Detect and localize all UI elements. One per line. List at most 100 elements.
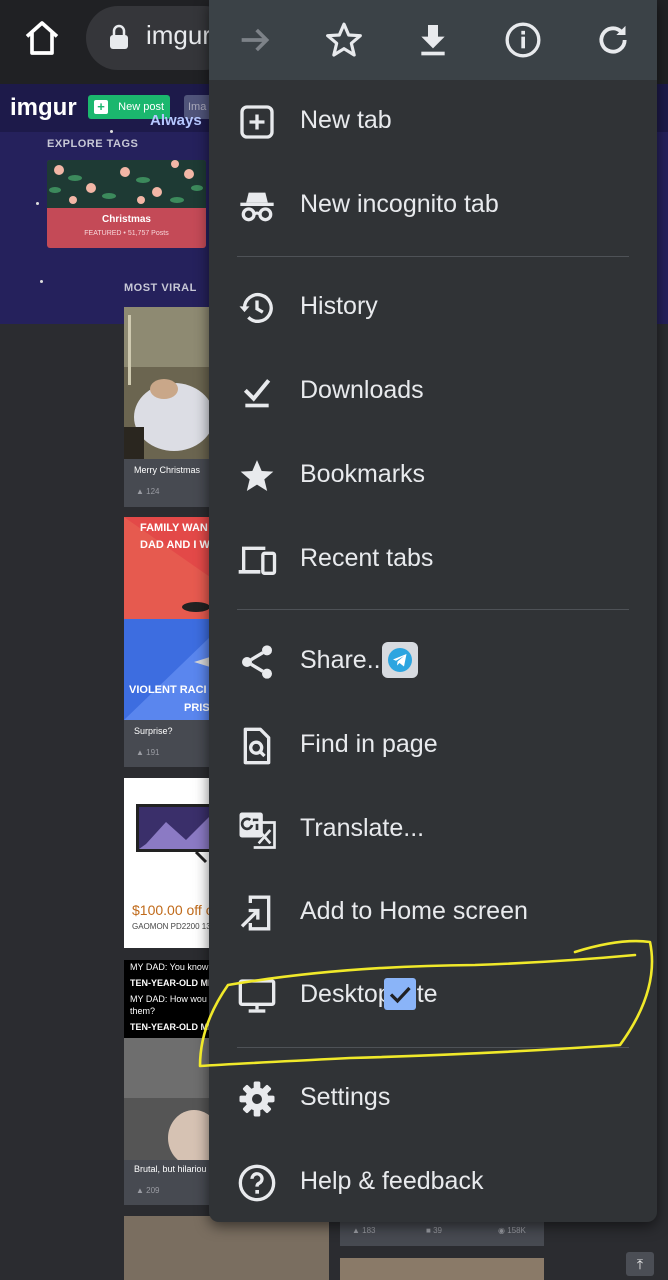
menu-item-new-incognito-tab[interactable]: New incognito tab [209, 164, 657, 248]
overflow-menu: New tab New incognito tab History Downlo… [209, 0, 657, 1222]
meme-text: PRIS [184, 702, 210, 714]
scroll-to-top-button[interactable]: ⤒ [626, 1252, 654, 1276]
card-votes: ▲ 191 [136, 748, 160, 757]
tag-image [47, 160, 206, 208]
views-stat: ◉ 158K [498, 1226, 526, 1235]
info-icon[interactable] [503, 20, 543, 60]
menu-item-label: Add to Home screen [300, 897, 528, 925]
menu-item-label: Bookmarks [300, 460, 426, 488]
lock-icon [110, 24, 128, 49]
card-title: Merry Christmas [134, 465, 201, 475]
meme-text: VIOLENT RACI [129, 684, 207, 696]
bookmarks-icon [240, 460, 274, 491]
menu-item-add-to-home[interactable]: Add to Home screen [209, 871, 657, 955]
card-title: Surprise? [134, 726, 173, 736]
history-icon [239, 292, 273, 323]
post-image [124, 1038, 210, 1160]
menu-divider [237, 256, 629, 257]
menu-item-label: Translate... [300, 814, 425, 842]
menu-item-label: New incognito tab [300, 190, 499, 218]
menu-item-label: Recent tabs [300, 544, 434, 572]
reload-icon[interactable] [593, 20, 633, 60]
vote-count: 124 [146, 487, 160, 496]
menu-item-downloads[interactable]: Downloads [209, 350, 657, 434]
new-tab-icon [240, 105, 274, 139]
menu-item-help-feedback[interactable]: Help & feedback [209, 1141, 657, 1222]
meme-line: MY DAD: How wou [130, 994, 207, 1004]
feed-card[interactable] [340, 1258, 544, 1280]
share-icon [242, 645, 272, 679]
menu-item-history[interactable]: History [209, 266, 657, 350]
menu-item-recent-tabs[interactable]: Recent tabs [209, 518, 657, 602]
menu-item-settings[interactable]: Settings [209, 1057, 657, 1141]
menu-divider [237, 609, 629, 610]
imgur-logo[interactable]: imgur [10, 94, 77, 122]
find-in-page-icon [243, 727, 271, 765]
menu-item-label: Find in page [300, 730, 438, 758]
views-count: 158K [507, 1226, 526, 1235]
incognito-icon [240, 192, 274, 222]
menu-item-bookmarks[interactable]: Bookmarks [209, 434, 657, 518]
star-icon[interactable] [324, 20, 364, 60]
tag-name: Christmas [102, 214, 151, 225]
ad-title: GAOMON PD2200 13 [132, 922, 210, 931]
feed-card[interactable]: Merry Christmas ▲ 124 [124, 307, 210, 507]
menu-item-label: Share... [300, 646, 388, 674]
ad-card[interactable]: $100.00 off c GAOMON PD2200 13 [124, 778, 210, 948]
menu-item-desktop-site[interactable]: Desktop site [209, 954, 657, 1038]
menu-item-share[interactable]: Share... [209, 620, 657, 704]
plus-icon: + [94, 100, 108, 114]
tag-meta: FEATURED • 51,757 Posts [84, 230, 169, 237]
feed-card[interactable] [124, 1216, 329, 1280]
explore-tags-heading: EXPLORE TAGS [47, 138, 139, 150]
menu-item-new-tab[interactable]: New tab [209, 80, 657, 164]
recent-tabs-icon [238, 546, 277, 575]
menu-divider [237, 1047, 629, 1048]
tag-card-christmas[interactable]: Christmas FEATURED • 51,757 Posts [47, 160, 206, 248]
feed-card[interactable]: FAMILY WAN DAD AND I W VIOLENT RACI PRIS… [124, 517, 210, 767]
add-to-home-icon [240, 895, 271, 931]
post-image [124, 307, 210, 459]
feed-card[interactable]: MY DAD: You know TEN-YEAR-OLD MI MY DAD:… [124, 960, 210, 1205]
download-icon[interactable] [413, 20, 453, 60]
ups-stat: ▲ 183 [352, 1226, 376, 1235]
meme-line: them? [130, 1006, 156, 1016]
ad-price: $100.00 off c [132, 902, 210, 918]
star-dot [110, 130, 113, 133]
monitor-image [136, 804, 210, 864]
ups-count: 183 [362, 1226, 376, 1235]
tagline: Always [150, 112, 202, 129]
desktop-icon [238, 979, 276, 1013]
star-dot [36, 202, 39, 205]
menu-item-label: Help & feedback [300, 1167, 484, 1195]
menu-item-label: Desktop site [300, 980, 438, 1008]
meme-text: FAMILY WAN [140, 522, 208, 534]
menu-item-translate[interactable]: Translate... [209, 788, 657, 872]
telegram-share-button[interactable] [382, 642, 418, 678]
menu-item-find-in-page[interactable]: Find in page [209, 704, 657, 788]
help-icon [238, 1164, 276, 1202]
downloads-icon [243, 379, 271, 408]
card-votes: ▲ 124 [136, 487, 160, 496]
menu-item-label: Downloads [300, 376, 424, 404]
meme-line: MY DAD: You know [130, 962, 209, 972]
home-icon[interactable] [22, 18, 62, 58]
comments-count: 39 [433, 1226, 442, 1235]
translate-icon [239, 812, 276, 849]
desktop-site-checkbox[interactable] [384, 978, 416, 1010]
check-icon [389, 986, 411, 1004]
card-title: Brutal, but hilariou [134, 1164, 207, 1174]
meme-text: DAD AND I W [140, 539, 210, 551]
card-votes: ▲ 209 [136, 1186, 160, 1195]
forward-arrow-icon[interactable] [235, 20, 275, 60]
menu-item-label: History [300, 292, 378, 320]
star-dot [40, 280, 43, 283]
most-viral-heading: MOST VIRAL [124, 282, 197, 294]
telegram-icon [388, 648, 412, 672]
url-text[interactable]: imgur [146, 20, 211, 51]
meme-line: TEN-YEAR-OLD MI [130, 1022, 210, 1032]
menu-toolbar [209, 0, 657, 80]
comments-stat: ■ 39 [426, 1226, 442, 1235]
vote-count: 209 [146, 1186, 160, 1195]
settings-icon [239, 1081, 275, 1117]
